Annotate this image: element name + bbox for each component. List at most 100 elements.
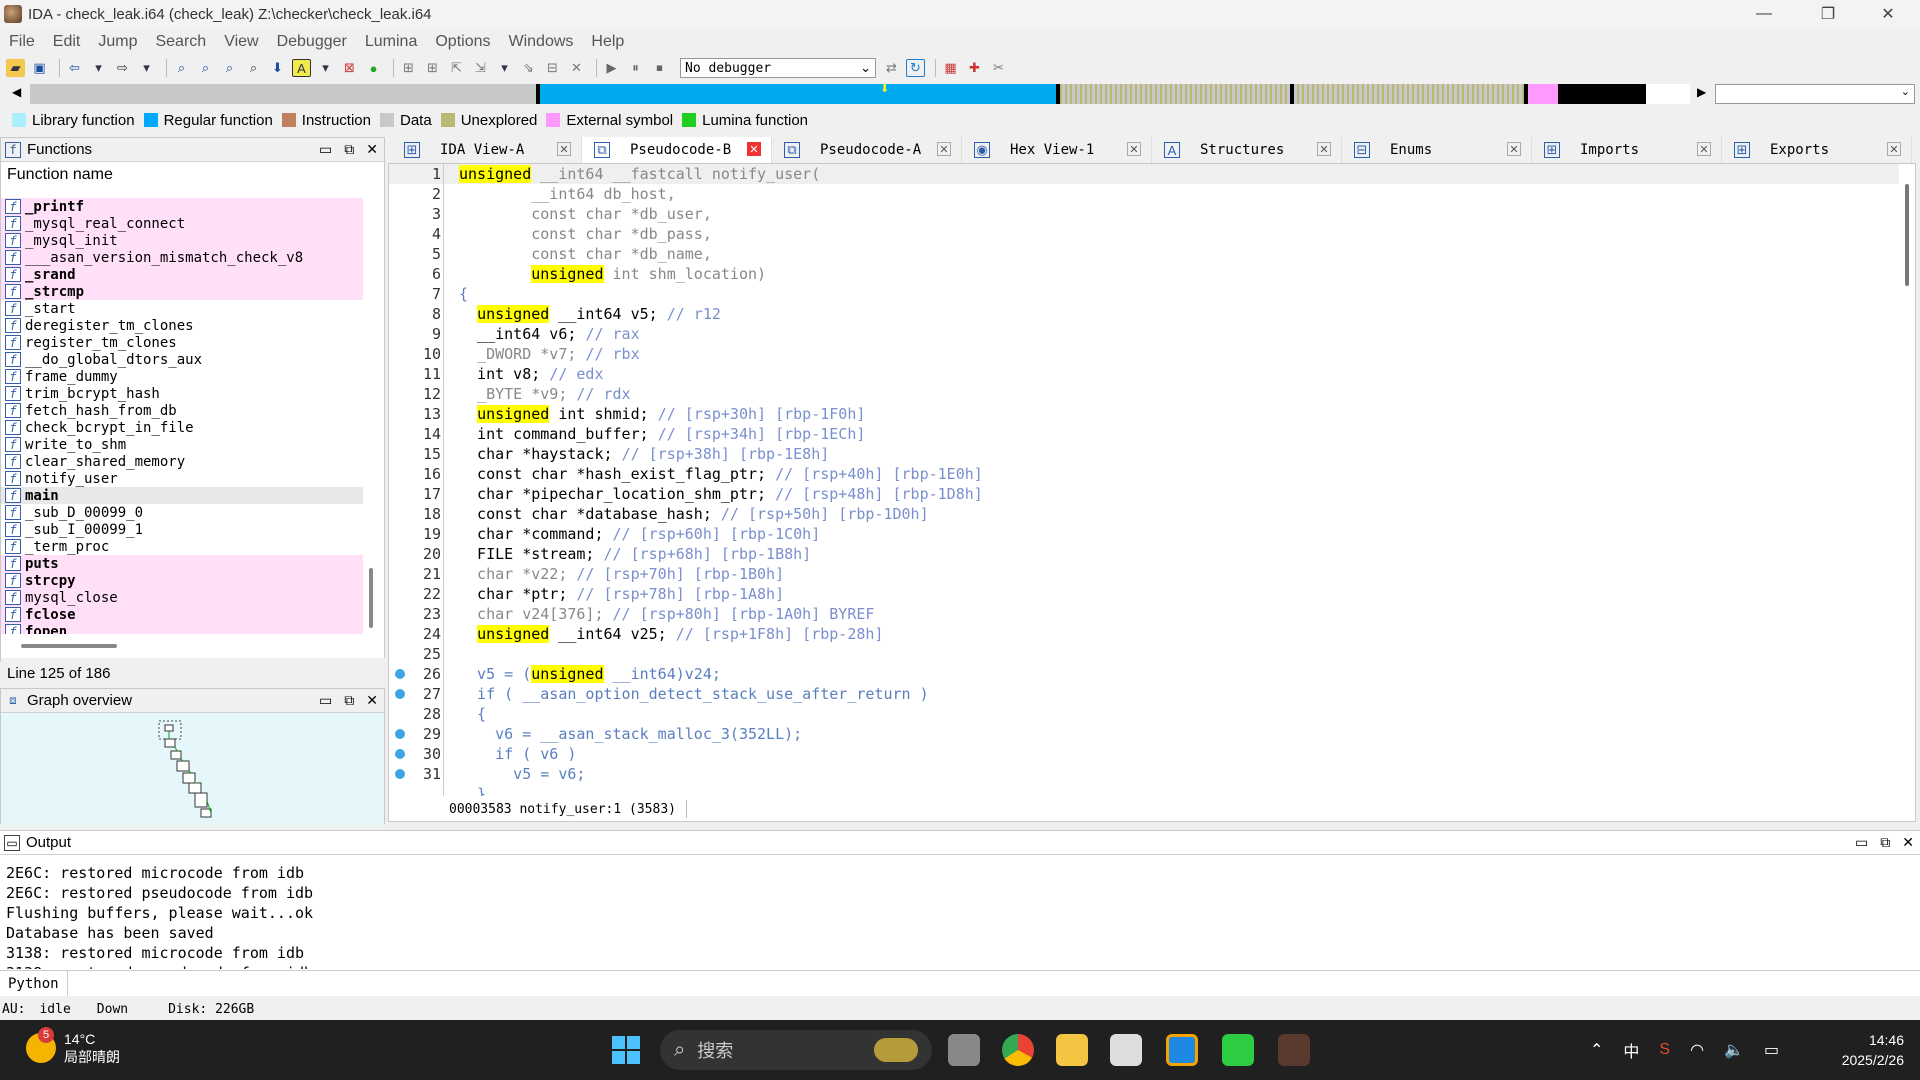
function-list-item[interactable]: f _sub_D_00099_0 xyxy=(1,504,363,521)
menu-view[interactable]: View xyxy=(215,33,267,51)
function-list-item[interactable]: f puts xyxy=(1,555,363,572)
code-line[interactable]: 7{ xyxy=(389,284,1899,304)
edit-function-icon[interactable]: ⊞ xyxy=(423,59,442,77)
ime-indicator[interactable]: 中 xyxy=(1623,1038,1639,1062)
python-language-button[interactable]: Python xyxy=(0,971,68,996)
function-list-item[interactable]: f _printf xyxy=(1,198,363,215)
minimize-button[interactable]: — xyxy=(1734,0,1794,28)
menu-debugger[interactable]: Debugger xyxy=(268,33,356,51)
text-color-icon[interactable]: A xyxy=(292,59,311,77)
code-line[interactable]: 1 unsigned __int64 __fastcall notify_user… xyxy=(389,164,1899,184)
breakpoint-dot-icon[interactable] xyxy=(395,769,405,779)
play-icon[interactable]: ▶ xyxy=(602,59,621,77)
tab-hex-view-1[interactable]: ◉ Hex View-1 ✕ xyxy=(962,137,1152,163)
function-list-item[interactable]: f fclose xyxy=(1,606,363,623)
close-tab-icon[interactable]: ✕ xyxy=(1317,142,1331,156)
vmware-icon[interactable] xyxy=(1166,1034,1198,1066)
undefine-icon[interactable]: ⇘ xyxy=(519,59,538,77)
code-line[interactable]: 11 int v8; // edx xyxy=(389,364,1899,384)
close-tab-icon[interactable]: ✕ xyxy=(747,142,761,156)
menu-windows[interactable]: Windows xyxy=(499,33,582,51)
close-tab-icon[interactable]: ✕ xyxy=(1127,142,1141,156)
menu-file[interactable]: File xyxy=(0,33,44,51)
code-line[interactable]: 10 _DWORD *v7; // rbx xyxy=(389,344,1899,364)
task-view-icon[interactable] xyxy=(948,1034,980,1066)
array-icon[interactable]: ⊟ xyxy=(543,59,562,77)
menu-jump[interactable]: Jump xyxy=(89,33,146,51)
function-list-item[interactable]: f clear_shared_memory xyxy=(1,453,363,470)
find-binary-icon[interactable]: ⌕ xyxy=(196,59,215,77)
close-tab-icon[interactable]: ✕ xyxy=(1507,142,1521,156)
function-list-item[interactable]: f write_to_shm xyxy=(1,436,363,453)
function-name-column-header[interactable]: Function name xyxy=(1,162,384,188)
taskbar-search[interactable]: ⌕ 搜索 xyxy=(660,1030,932,1070)
delete-icon[interactable]: ✕ xyxy=(567,59,586,77)
close-tab-icon[interactable]: ✕ xyxy=(1697,142,1711,156)
chevron-down-icon[interactable]: ▾ xyxy=(316,59,335,77)
maximize-panel-icon[interactable]: ▭ xyxy=(319,141,332,158)
data-icon[interactable]: ⇲ xyxy=(471,59,490,77)
forward-arrow-icon[interactable]: ⇨ xyxy=(113,59,132,77)
code-line[interactable]: 14 int command_buffer; // [rsp+34h] [rbp… xyxy=(389,424,1899,444)
menu-search[interactable]: Search xyxy=(146,33,215,51)
function-list-item[interactable]: f _mysql_init xyxy=(1,232,363,249)
chevron-down-icon[interactable]: ▾ xyxy=(89,59,108,77)
function-list-item[interactable]: f register_tm_clones xyxy=(1,334,363,351)
function-list-item[interactable]: f _strcmp xyxy=(1,283,363,300)
find-text-icon[interactable]: ⌕ xyxy=(172,59,191,77)
breakpoint-dot-icon[interactable] xyxy=(395,729,405,739)
breakpoint-dot-icon[interactable] xyxy=(395,689,405,699)
code-line[interactable]: 3 const char *db_user, xyxy=(389,204,1899,224)
breakpoint-dot-icon[interactable] xyxy=(395,749,405,759)
code-line[interactable]: } xyxy=(389,784,1899,796)
code-line[interactable]: 4 const char *db_pass, xyxy=(389,224,1899,244)
code-line[interactable]: 28 { xyxy=(389,704,1899,724)
tools-icon[interactable]: ✂ xyxy=(989,59,1008,77)
snipping-tool-icon[interactable] xyxy=(1110,1034,1142,1066)
menu-options[interactable]: Options xyxy=(426,33,499,51)
function-list-item[interactable]: f _srand xyxy=(1,266,363,283)
code-line[interactable]: 31 v5 = v6; xyxy=(389,764,1899,784)
close-tab-icon[interactable]: ✕ xyxy=(1887,142,1901,156)
code-line[interactable]: 21 char *v22; // [rsp+70h] [rbp-1B0h] xyxy=(389,564,1899,584)
code-line[interactable]: 9 __int64 v6; // rax xyxy=(389,324,1899,344)
save-icon[interactable]: ▣ xyxy=(30,59,49,77)
code-line[interactable]: 8 unsigned __int64 v5; // r12 xyxy=(389,304,1899,324)
close-panel-icon[interactable]: ✕ xyxy=(366,141,378,158)
function-list-item[interactable]: f __do_global_dtors_aux xyxy=(1,351,363,368)
function-list-item[interactable]: f check_bcrypt_in_file xyxy=(1,419,363,436)
code-line[interactable]: 25 xyxy=(389,644,1899,664)
code-line[interactable]: 17 char *pipechar_location_shm_ptr; // [… xyxy=(389,484,1899,504)
tab-exports[interactable]: ⊞ Exports ✕ xyxy=(1722,137,1912,163)
function-list-item[interactable]: f frame_dummy xyxy=(1,368,363,385)
code-line[interactable]: 15 char *haystack; // [rsp+38h] [rbp-1E8… xyxy=(389,444,1899,464)
nav-left-arrow-icon[interactable]: ◀ xyxy=(12,85,21,99)
close-panel-icon[interactable]: ✕ xyxy=(366,692,378,709)
breakpoint-list-icon[interactable]: ▦ xyxy=(941,59,960,77)
code-icon[interactable]: ⇱ xyxy=(447,59,466,77)
open-icon[interactable]: ▰ xyxy=(6,59,25,77)
close-tab-icon[interactable]: ✕ xyxy=(557,142,571,156)
jump-down-icon[interactable]: ⬇ xyxy=(268,59,287,77)
function-list-item[interactable]: f notify_user xyxy=(1,470,363,487)
function-list-item[interactable]: f mysql_close xyxy=(1,589,363,606)
function-list-scrollbar[interactable] xyxy=(369,568,373,628)
graph-overview-canvas[interactable] xyxy=(1,713,384,825)
code-line[interactable]: 29 v6 = __asan_stack_malloc_3(352LL); xyxy=(389,724,1899,744)
refresh-icon[interactable]: ↻ xyxy=(906,59,925,77)
tab-pseudocode-a[interactable]: ⧉ Pseudocode-A ✕ xyxy=(772,137,962,163)
stop-icon[interactable]: ⏹ xyxy=(650,59,669,77)
menu-lumina[interactable]: Lumina xyxy=(356,33,426,51)
chevron-up-icon[interactable]: ⌃ xyxy=(1590,1040,1603,1060)
function-list-hscrollbar[interactable] xyxy=(21,644,117,648)
menu-help[interactable]: Help xyxy=(582,33,633,51)
function-list-item[interactable]: f _mysql_real_connect xyxy=(1,215,363,232)
code-line[interactable]: 16 const char *hash_exist_flag_ptr; // [… xyxy=(389,464,1899,484)
tab-pseudocode-b[interactable]: ⧉ Pseudocode-B ✕ xyxy=(582,137,772,163)
back-arrow-icon[interactable]: ⇦ xyxy=(65,59,84,77)
function-list-item[interactable]: f trim_bcrypt_hash xyxy=(1,385,363,402)
segment-dropdown[interactable]: ⌄ xyxy=(1715,84,1915,104)
debugger-select[interactable]: No debugger ⌄ xyxy=(680,58,876,78)
maximize-panel-icon[interactable]: ▭ xyxy=(319,692,332,709)
code-line[interactable]: 23 char v24[376]; // [rsp+80h] [rbp-1A0h… xyxy=(389,604,1899,624)
